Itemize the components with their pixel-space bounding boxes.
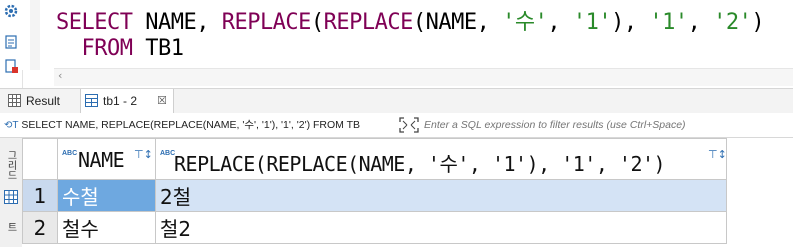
- sql-text: ): [751, 10, 765, 35]
- table-cell[interactable]: 철2: [155, 211, 727, 244]
- table-cell[interactable]: 철수: [57, 211, 156, 244]
- column-header-name[interactable]: ABC NAME ⊤↕: [57, 138, 156, 180]
- filter-query-text: SELECT NAME, REPLACE(REPLACE(NAME, '수', …: [21, 119, 361, 131]
- expand-filter-icon[interactable]: [398, 116, 420, 134]
- side-panel-grid-label[interactable]: 그리드: [3, 150, 18, 180]
- row-number[interactable]: 2: [22, 211, 58, 244]
- tab-tb1[interactable]: tb1 - 2 ☒: [80, 89, 174, 114]
- script-icon[interactable]: [3, 34, 19, 50]
- sql-string: '1': [572, 10, 612, 35]
- filter-query-label: ⟲T SELECT NAME, REPLACE(REPLACE(NAME, '수…: [4, 113, 360, 138]
- filter-input[interactable]: [424, 113, 784, 137]
- sql-keyword: SELECT: [56, 10, 133, 35]
- gear-icon[interactable]: [3, 3, 19, 19]
- column-header-label: NAME: [78, 148, 125, 172]
- sql-line-1: SELECT NAME, REPLACE(REPLACE(NAME, '수', …: [56, 4, 765, 36]
- sql-text: TB1: [132, 36, 184, 61]
- text-type-icon: ABC: [160, 150, 176, 157]
- grid-icon: [8, 94, 21, 107]
- sql-text: NAME,: [132, 10, 222, 35]
- editor-horizontal-scrollbar[interactable]: ‹: [54, 68, 793, 86]
- results-grid: ABC NAME ⊤↕ ABC REPLACE(REPLACE(NAME, '수…: [22, 138, 793, 247]
- editor-gutter: [30, 0, 40, 70]
- result-tab-bar: Result tb1 - 2 ☒: [0, 88, 793, 114]
- header-row: ABC NAME ⊤↕ ABC REPLACE(REPLACE(NAME, '수…: [22, 138, 727, 180]
- sql-keyword: REPLACE: [323, 10, 414, 35]
- tab-result[interactable]: Result: [4, 89, 76, 113]
- column-header-label: REPLACE(REPLACE(NAME, '수', '1'), '1', '2…: [174, 152, 666, 176]
- sql-text: (: [310, 10, 324, 35]
- sql-keyword: REPLACE: [221, 10, 312, 35]
- sql-text: ),: [611, 10, 650, 35]
- sql-string: '2': [713, 10, 752, 35]
- sql-line-2: FROM TB1: [56, 36, 184, 61]
- grid-view-icon[interactable]: [4, 190, 18, 204]
- table-row[interactable]: 2 철수 철2: [22, 211, 727, 244]
- sql-text: (NAME,: [412, 10, 503, 35]
- sql-text: ,: [687, 10, 714, 35]
- left-toolbar: [0, 0, 23, 88]
- sql-keyword: FROM: [81, 36, 133, 61]
- tab-tb1-label: tb1 - 2: [103, 94, 138, 108]
- column-header-replace[interactable]: ABC REPLACE(REPLACE(NAME, '수', '1'), '1'…: [155, 138, 727, 180]
- row-number[interactable]: 1: [22, 179, 58, 212]
- export-icon[interactable]: [3, 58, 19, 74]
- sql-text: ,: [547, 10, 573, 35]
- sort-filter-icon[interactable]: ⊤↕: [134, 148, 153, 161]
- tab-result-label: Result: [26, 94, 61, 108]
- row-number-header[interactable]: [22, 138, 58, 180]
- text-type-icon: ABC: [62, 150, 78, 157]
- sql-string: '1': [649, 10, 688, 35]
- table-cell[interactable]: 2철: [155, 179, 727, 212]
- sort-filter-icon[interactable]: ⊤↕: [708, 148, 727, 161]
- table-cell[interactable]: 수철: [57, 179, 156, 212]
- sql-editor[interactable]: SELECT NAME, REPLACE(REPLACE(NAME, '수', …: [22, 0, 793, 70]
- table-icon: [85, 94, 98, 107]
- results-table: ABC NAME ⊤↕ ABC REPLACE(REPLACE(NAME, '수…: [22, 138, 727, 244]
- filter-bar: ⟲T SELECT NAME, REPLACE(REPLACE(NAME, '수…: [0, 113, 793, 138]
- query-icon: ⟲T: [4, 120, 19, 131]
- sql-string: '수': [502, 10, 548, 35]
- scroll-left-icon[interactable]: ‹: [58, 69, 62, 82]
- table-row[interactable]: 1 수철 2철: [22, 179, 727, 212]
- close-icon[interactable]: ☒: [157, 89, 167, 113]
- result-side-panel: 그리드 텍스트: [0, 138, 31, 247]
